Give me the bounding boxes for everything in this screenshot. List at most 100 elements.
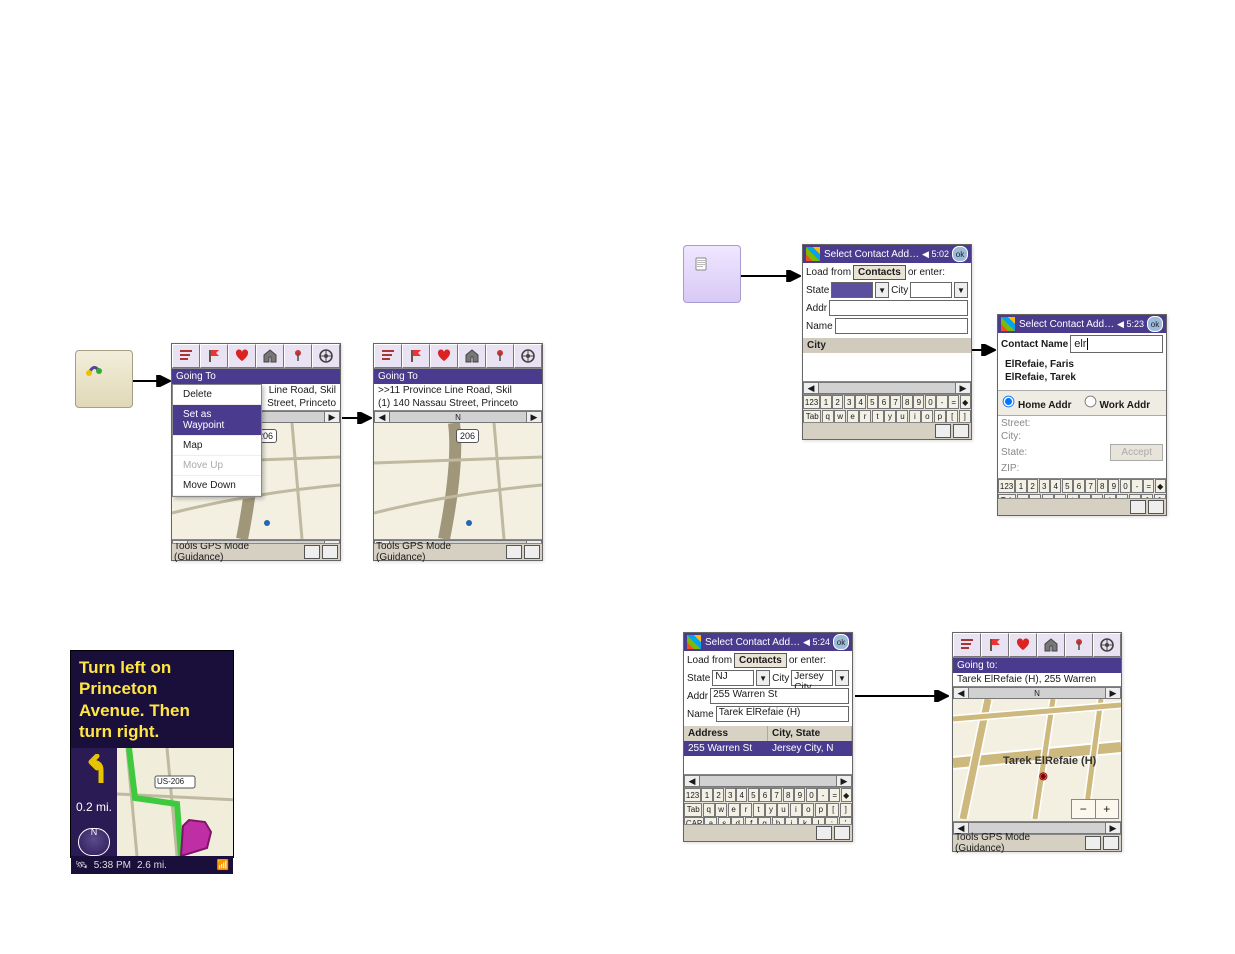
key-q[interactable]: q <box>703 803 715 817</box>
ok-button[interactable]: ok <box>1147 316 1163 332</box>
key-2[interactable]: 2 <box>713 788 724 802</box>
heart-icon[interactable] <box>228 344 256 368</box>
key-j[interactable]: j <box>785 817 798 824</box>
key-y[interactable]: y <box>765 803 777 817</box>
key-3[interactable]: 3 <box>1039 479 1050 493</box>
wheel-icon[interactable] <box>312 344 340 368</box>
waypoint-row[interactable]: >>11 Province Line Road, Skil <box>374 384 542 397</box>
radio-work-addr[interactable]: Work Addr <box>1084 395 1151 411</box>
menu-move-down[interactable]: Move Down <box>173 476 261 496</box>
key-4[interactable]: 4 <box>1050 479 1061 493</box>
heart-icon[interactable] <box>430 344 458 368</box>
key-1[interactable]: 1 <box>701 788 712 802</box>
kbd-toggle-icon[interactable] <box>1130 500 1146 514</box>
key-u[interactable]: u <box>777 803 789 817</box>
sort-icon[interactable] <box>953 633 981 657</box>
key-p[interactable]: p <box>934 410 946 422</box>
key-e[interactable]: e <box>728 803 740 817</box>
ok-button[interactable]: ok <box>833 634 849 650</box>
wheel-icon[interactable] <box>514 344 542 368</box>
key-w[interactable]: w <box>834 410 846 422</box>
kbd-toggle-icon[interactable] <box>304 545 320 559</box>
contact-result-1[interactable]: ElRefaie, Faris <box>1001 355 1163 371</box>
pin-icon[interactable] <box>1065 633 1093 657</box>
key-d[interactable]: d <box>731 817 744 824</box>
key-'[interactable]: ' <box>839 817 852 824</box>
menu-map[interactable]: Map <box>173 436 261 456</box>
key-8[interactable]: 8 <box>902 395 913 409</box>
heart-icon[interactable] <box>1009 633 1037 657</box>
key-r[interactable]: r <box>740 803 752 817</box>
key-◆[interactable]: ◆ <box>841 788 852 802</box>
key-=[interactable]: = <box>829 788 840 802</box>
key-2[interactable]: 2 <box>832 395 843 409</box>
key-f[interactable]: f <box>745 817 758 824</box>
key-5[interactable]: 5 <box>867 395 878 409</box>
key-1[interactable]: 1 <box>820 395 831 409</box>
key-7[interactable]: 7 <box>890 395 901 409</box>
key-][interactable]: ] <box>959 410 971 422</box>
soft-keyboard[interactable]: 1231234567890-=◆ Tabqwertyuiop[] CAPasdf… <box>998 478 1166 498</box>
key-q[interactable]: q <box>822 410 834 422</box>
stop-row[interactable]: (1) 140 Nassau Street, Princeto <box>374 397 542 410</box>
sort-icon[interactable] <box>374 344 402 368</box>
addr-input[interactable]: 255 Warren St <box>710 688 849 704</box>
soft-keyboard[interactable]: 1231234567890-=◆ Tabqwertyuiop[] CAPasdf… <box>803 394 971 422</box>
task-icon[interactable] <box>1103 836 1119 850</box>
soft-keyboard[interactable]: 1231234567890-=◆ Tabqwertyuiop[] CAPasdf… <box>684 787 852 824</box>
key-a[interactable]: a <box>704 817 717 824</box>
key--[interactable]: - <box>817 788 828 802</box>
key-l[interactable]: l <box>812 817 825 824</box>
key-1[interactable]: 1 <box>1015 479 1026 493</box>
key-2[interactable]: 2 <box>1027 479 1038 493</box>
key-w[interactable]: w <box>715 803 727 817</box>
key-t[interactable]: t <box>753 803 765 817</box>
list-scrollbar[interactable]: ◀N▶ <box>374 410 542 423</box>
contact-result-2[interactable]: ElRefaie, Tarek <box>1001 371 1163 384</box>
key-3[interactable]: 3 <box>725 788 736 802</box>
task-icon[interactable] <box>1148 500 1164 514</box>
key-8[interactable]: 8 <box>783 788 794 802</box>
key-=[interactable]: = <box>1143 479 1154 493</box>
key-p[interactable]: p <box>815 803 827 817</box>
key-8[interactable]: 8 <box>1097 479 1108 493</box>
key-e[interactable]: e <box>847 410 859 422</box>
results-scrollbar[interactable]: ◀▶ <box>803 381 971 394</box>
key-◆[interactable]: ◆ <box>960 395 971 409</box>
key-0[interactable]: 0 <box>806 788 817 802</box>
city-input[interactable]: Jersey City <box>791 670 833 686</box>
kbd-toggle-icon[interactable] <box>816 826 832 840</box>
key-CAP[interactable]: CAP <box>684 817 704 824</box>
key-t[interactable]: t <box>872 410 884 422</box>
key-k[interactable]: k <box>798 817 811 824</box>
key-123[interactable]: 123 <box>803 395 820 409</box>
key-[[interactable]: [ <box>946 410 958 422</box>
key-7[interactable]: 7 <box>1085 479 1096 493</box>
contacts-button[interactable]: Contacts <box>853 265 906 280</box>
state-dropdown[interactable] <box>831 282 873 298</box>
city-input[interactable] <box>910 282 952 298</box>
key-s[interactable]: s <box>718 817 731 824</box>
pin-icon[interactable] <box>284 344 312 368</box>
home-icon[interactable] <box>1037 633 1065 657</box>
results-selected-row[interactable]: 255 Warren St Jersey City, N <box>684 741 852 756</box>
key-i[interactable]: i <box>790 803 802 817</box>
radio-home-addr[interactable]: Home Addr <box>1002 395 1072 411</box>
key-g[interactable]: g <box>758 817 771 824</box>
key-=[interactable]: = <box>948 395 959 409</box>
key-o[interactable]: o <box>802 803 814 817</box>
key-6[interactable]: 6 <box>878 395 889 409</box>
key-5[interactable]: 5 <box>1062 479 1073 493</box>
key-6[interactable]: 6 <box>1073 479 1084 493</box>
task-icon[interactable] <box>322 545 338 559</box>
flag-icon[interactable] <box>200 344 228 368</box>
name-input[interactable] <box>835 318 968 334</box>
flag-icon[interactable] <box>981 633 1009 657</box>
key-4[interactable]: 4 <box>855 395 866 409</box>
home-icon[interactable] <box>458 344 486 368</box>
key-0[interactable]: 0 <box>925 395 936 409</box>
key-123[interactable]: 123 <box>998 479 1015 493</box>
map-area[interactable]: 206 <box>374 423 542 539</box>
key-3[interactable]: 3 <box>844 395 855 409</box>
name-input[interactable]: Tarek ElRefaie (H) <box>716 706 849 722</box>
